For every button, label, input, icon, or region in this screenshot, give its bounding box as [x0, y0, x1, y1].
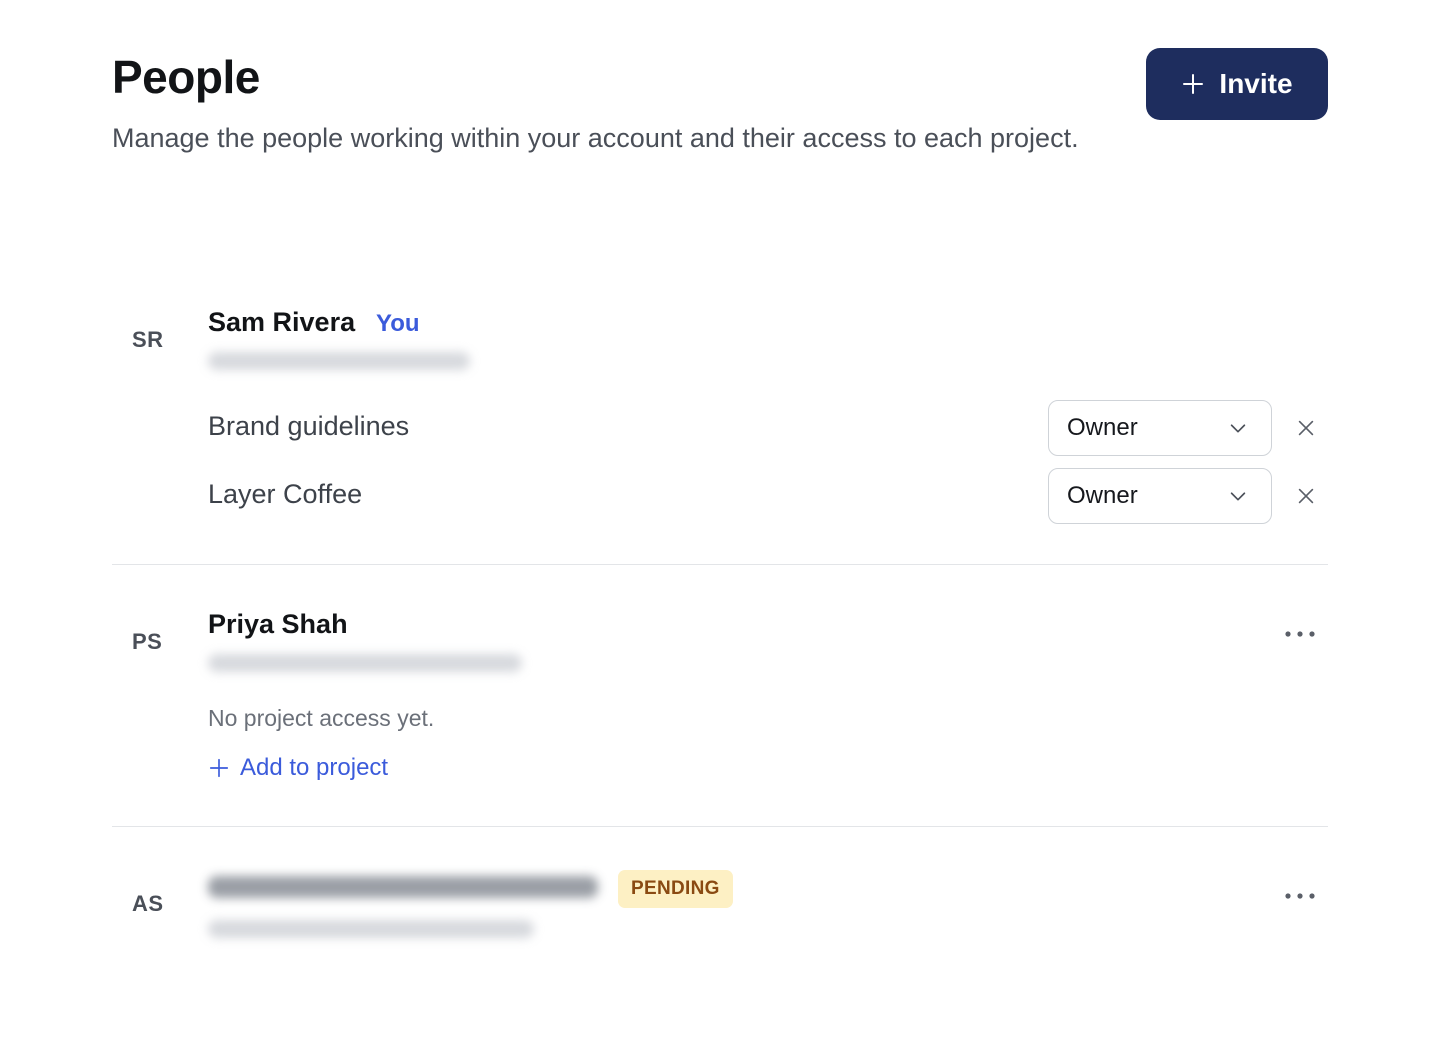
no-access-message: No project access yet. [208, 705, 435, 731]
role-select-value: Owner [1067, 482, 1138, 509]
add-to-project-link[interactable]: Add to project [208, 754, 388, 782]
remove-project-button[interactable] [1292, 414, 1320, 442]
project-name: Brand guidelines [208, 411, 410, 441]
avatar-initials: AS [132, 891, 164, 916]
status-badge-label: PENDING [631, 878, 720, 899]
role-select[interactable]: Owner [1048, 400, 1272, 456]
plus-icon [209, 758, 229, 778]
person-name: Priya Shah [208, 609, 348, 639]
more-horizontal-icon [1285, 893, 1315, 899]
person-subtext-redacted [208, 920, 534, 938]
avatar-initials: SR [132, 327, 164, 352]
plus-icon [1183, 74, 1204, 94]
chevron-down-icon [1230, 492, 1246, 501]
more-options-button[interactable] [1282, 622, 1318, 646]
person-row-priya: PS Priya Shah No project access yet. Add… [112, 602, 1328, 826]
divider [112, 826, 1328, 827]
you-badge: You [376, 310, 420, 337]
add-to-project-label: Add to project [240, 754, 389, 781]
role-select[interactable]: Owner [1048, 468, 1272, 524]
avatar-initials: PS [132, 629, 163, 654]
remove-project-button[interactable] [1292, 482, 1320, 510]
invite-button[interactable]: Invite [1146, 48, 1328, 120]
more-horizontal-icon [1285, 631, 1315, 637]
person-name: Sam Rivera [208, 307, 356, 337]
close-icon [1298, 420, 1314, 436]
project-name: Layer Coffee [208, 479, 363, 509]
page-subtitle: Manage the people working within your ac… [112, 123, 1079, 153]
divider [112, 564, 1328, 565]
invite-button-label: Invite [1219, 68, 1293, 99]
more-options-button[interactable] [1282, 884, 1318, 908]
close-icon [1298, 488, 1314, 504]
role-select-value: Owner [1067, 414, 1138, 441]
person-email-redacted [208, 352, 470, 370]
person-email-redacted [208, 876, 598, 898]
page-title: People [112, 51, 260, 103]
person-row-pending: AS PENDING [112, 864, 1328, 974]
chevron-down-icon [1230, 424, 1246, 433]
status-badge: PENDING [618, 870, 733, 908]
person-email-redacted [208, 654, 522, 672]
person-row-sam: SR Sam Rivera You Brand guidelines Owner… [112, 300, 1328, 564]
